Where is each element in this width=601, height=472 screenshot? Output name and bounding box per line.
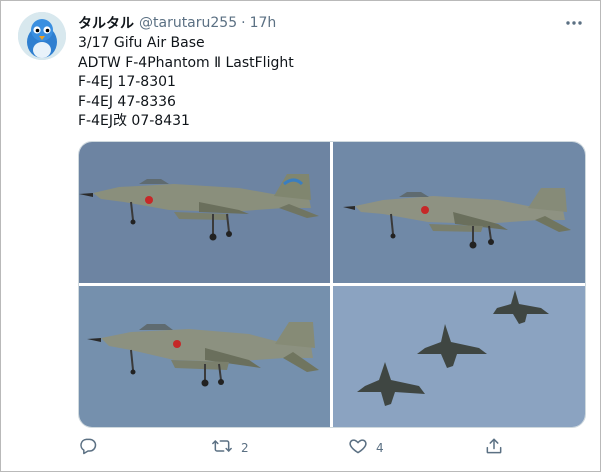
tweet-line: ADTW F-4Phantom Ⅱ LastFlight: [78, 54, 294, 71]
tweet-line: 3/17 Gifu Air Base: [78, 35, 205, 51]
display-name[interactable]: タルタル: [78, 13, 134, 33]
avatar[interactable]: [18, 12, 66, 60]
header-separator: ·: [241, 15, 246, 31]
like-count: 4: [376, 441, 384, 455]
tweet-card: タルタル @tarutaru255 · 17h 3/17 Gifu Air Ba…: [0, 0, 601, 472]
photo-1[interactable]: [79, 142, 330, 283]
retweet-icon: [211, 436, 233, 460]
photo-4[interactable]: [333, 286, 585, 427]
reply-icon: [78, 436, 98, 460]
share-icon: [484, 436, 504, 460]
tweet-actions: 2 4: [78, 437, 584, 459]
reply-button[interactable]: [78, 437, 106, 459]
more-horizontal-icon[interactable]: [563, 12, 585, 34]
tweet-line: F-4EJ 47-8336: [78, 93, 176, 110]
heart-icon: [348, 436, 368, 460]
timestamp[interactable]: 17h: [250, 15, 277, 31]
tweet-text: 3/17 Gifu Air Base ADTW F-4Phantom Ⅱ Las…: [78, 34, 294, 132]
tweet-line: F-4EJ改 07-8431: [78, 113, 190, 129]
photo-3[interactable]: [79, 286, 330, 427]
share-button[interactable]: [484, 437, 504, 459]
tweet-header: タルタル @tarutaru255 · 17h: [78, 13, 276, 33]
retweet-button[interactable]: 2: [211, 437, 249, 459]
like-button[interactable]: 4: [348, 437, 384, 459]
media-grid: [78, 141, 586, 428]
user-handle[interactable]: @tarutaru255: [139, 15, 237, 31]
tweet-line: F-4EJ 17-8301: [78, 74, 176, 90]
photo-2[interactable]: [333, 142, 585, 283]
retweet-count: 2: [241, 441, 249, 455]
